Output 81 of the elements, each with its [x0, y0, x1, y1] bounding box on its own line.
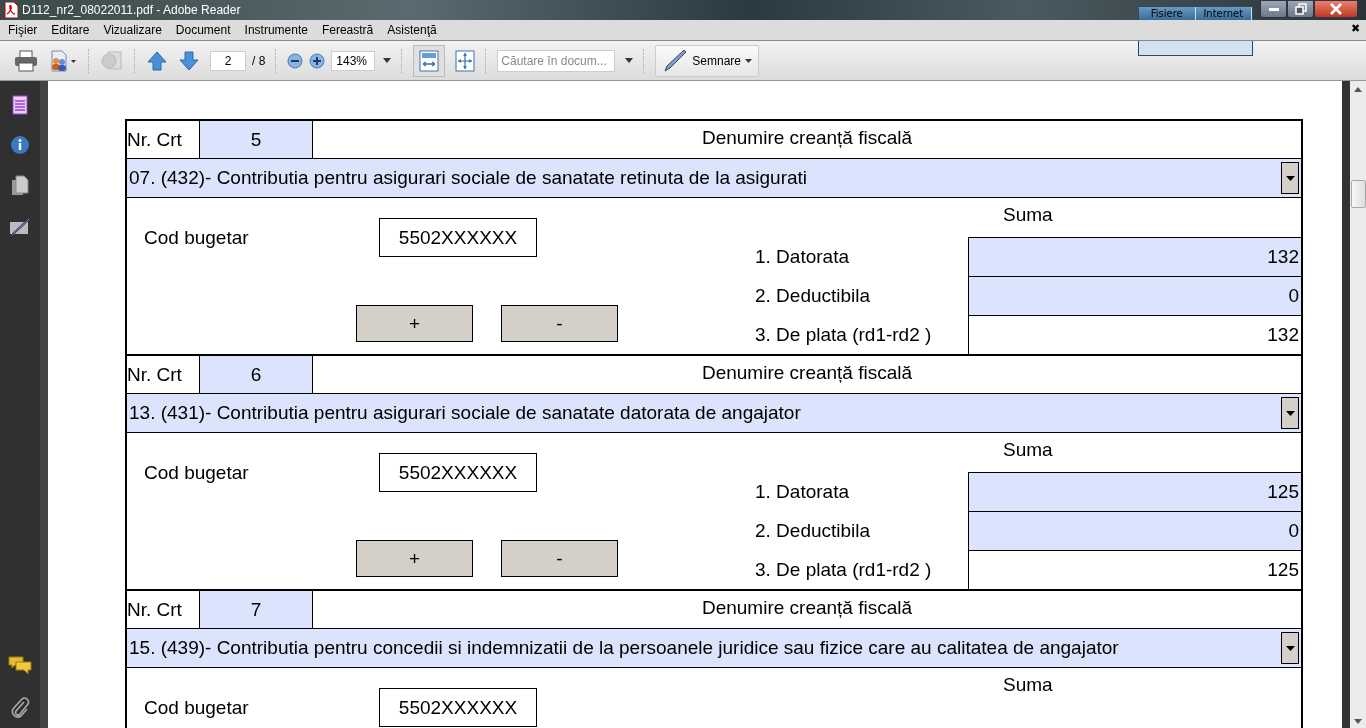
menu-item[interactable]: Document: [175, 23, 231, 37]
claim-dropdown[interactable]: 13. (431)- Contributia pentru asigurari sociale de sanatate datorata de angajator: [127, 394, 1301, 433]
page-number-field[interactable]: 2: [210, 50, 246, 71]
arrow-down-icon[interactable]: [178, 49, 200, 72]
caret-icon: [1285, 410, 1295, 416]
scroll-up-icon[interactable]: [1354, 87, 1362, 92]
pdf-icon: [4, 2, 18, 18]
amount-label: 2. Deductibila: [755, 283, 872, 308]
arrow-up-icon[interactable]: [146, 49, 168, 72]
search-field[interactable]: Căutare în docum...: [497, 49, 616, 72]
amount-label: 3. De plata (rd1-rd2 ): [755, 322, 933, 347]
row-number-cell: 5: [200, 121, 313, 158]
minimize-button[interactable]: [1260, 0, 1287, 18]
remove-button[interactable]: -: [501, 540, 618, 577]
caret-icon: [1285, 175, 1295, 181]
dropdown-button[interactable]: [1281, 632, 1299, 664]
restore-button[interactable]: [1287, 0, 1314, 18]
menu-item[interactable]: Fereastră: [321, 23, 374, 37]
caret-icon: [1285, 645, 1295, 651]
menu-item[interactable]: Editare: [51, 23, 90, 37]
menu-item[interactable]: Vizualizare: [103, 23, 162, 37]
paperclip-icon[interactable]: [10, 696, 30, 718]
caret-icon: [745, 58, 753, 63]
restore-icon: [1294, 3, 1307, 15]
documents-icon[interactable]: [11, 175, 29, 197]
amount-heading: Suma: [1002, 438, 1054, 462]
menu-item[interactable]: Asistenţă: [387, 23, 437, 37]
zoom-in-icon[interactable]: [309, 52, 326, 69]
amount-field[interactable]: 125: [968, 550, 1301, 589]
people-document-icon[interactable]: [48, 49, 78, 72]
amount-field[interactable]: 0: [968, 511, 1301, 550]
scroll-down-icon[interactable]: [1354, 719, 1362, 724]
signature-icon[interactable]: [9, 217, 31, 237]
claim-dropdown[interactable]: 07. (432)- Contributia pentru asigurari sociale de sanatate retinuta de la asigurati: [127, 159, 1301, 198]
sign-button[interactable]: Semnare: [655, 44, 760, 77]
minimize-icon: [1267, 6, 1280, 12]
amount-field[interactable]: 132: [968, 237, 1301, 276]
info-icon[interactable]: [10, 135, 30, 155]
scrollbar-thumb[interactable]: [1350, 180, 1366, 208]
pen-icon: [662, 47, 689, 74]
menu-item[interactable]: Fişier: [8, 23, 38, 37]
budget-code-label: Cod bugetar: [144, 696, 250, 719]
amount-field[interactable]: 0: [968, 276, 1301, 315]
menu-item[interactable]: Instrumente: [244, 23, 308, 37]
remove-button[interactable]: -: [501, 305, 618, 342]
amount-heading: Suma: [1002, 203, 1054, 227]
add-button[interactable]: +: [356, 540, 473, 577]
close-button[interactable]: [1314, 0, 1358, 18]
amount-label: 1. Datorata: [755, 244, 850, 269]
dropdown-button[interactable]: [1281, 397, 1299, 429]
claim-dropdown[interactable]: 15. (439)- Contributia pentru concedii si indemnizatii de la persoanele juridice sau fizice care au calitatea de angajator: [127, 629, 1301, 668]
add-button[interactable]: +: [356, 305, 473, 342]
budget-code-field[interactable]: 5502XXXXXX: [379, 688, 537, 727]
amount-field[interactable]: 125: [968, 472, 1301, 511]
caret-icon: [383, 58, 392, 63]
close-icon: [1329, 3, 1343, 15]
fiscal-claim-heading: Denumire creanță fiscală: [700, 596, 914, 620]
comments-icon[interactable]: [8, 656, 32, 676]
window-title: D112_nr2_08022011.pdf - Adobe Reader: [22, 3, 241, 17]
budget-code-label: Cod bugetar: [144, 226, 250, 249]
fiscal-claim-heading: Denumire creanță fiscală: [700, 361, 914, 385]
fiscal-claim-heading: Denumire creanță fiscală: [700, 126, 914, 150]
amount-label: 2. Deductibila: [755, 518, 872, 543]
fit-width-button[interactable]: [413, 44, 446, 77]
amount-heading: Suma: [1002, 673, 1054, 697]
print-icon[interactable]: [14, 49, 38, 72]
fit-page-icon[interactable]: [455, 49, 476, 72]
zoom-out-icon[interactable]: [287, 52, 304, 69]
page-count: / 8: [252, 53, 266, 68]
row-number-cell: 7: [200, 591, 313, 628]
pages-icon[interactable]: [12, 95, 28, 115]
amount-label: 3. De plata (rd1-rd2 ): [755, 557, 933, 582]
amount-field[interactable]: 132: [968, 315, 1301, 354]
budget-code-label: Cod bugetar: [144, 461, 250, 484]
budget-code-field[interactable]: 5502XXXXXX: [379, 453, 537, 492]
close-document-button[interactable]: ✖: [1351, 22, 1360, 35]
budget-code-field[interactable]: 5502XXXXXX: [379, 218, 537, 257]
amount-label: 1. Datorata: [755, 479, 850, 504]
caret-icon[interactable]: [625, 58, 634, 63]
dropdown-button[interactable]: [1281, 162, 1299, 194]
row-number-cell: 6: [200, 356, 313, 393]
